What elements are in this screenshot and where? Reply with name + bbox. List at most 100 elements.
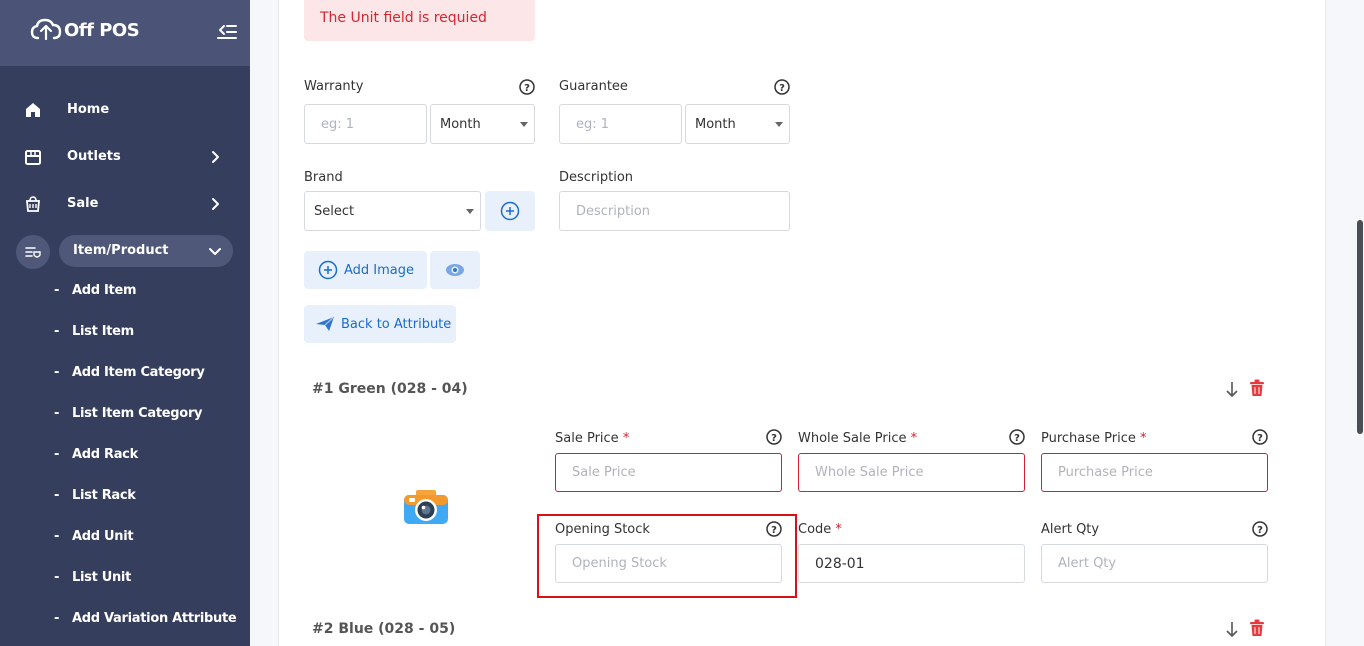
submenu-list-item-category[interactable]: - List Item Category (0, 400, 250, 430)
help-icon[interactable]: ? (1252, 429, 1268, 445)
submenu-label: List Item (72, 324, 134, 339)
product-list-icon (25, 247, 41, 258)
sidebar-item-label: Item/Product (73, 243, 169, 258)
whole-sale-price-label: Whole Sale Price * (798, 431, 917, 446)
scrollbar-thumb[interactable] (1357, 220, 1363, 434)
alert-qty-input[interactable]: Alert Qty (1041, 544, 1268, 583)
trash-icon[interactable] (1249, 379, 1265, 397)
sidebar-item-home[interactable]: Home (0, 92, 250, 128)
required-mark: * (910, 431, 918, 446)
help-icon[interactable]: ? (766, 429, 782, 445)
help-icon[interactable]: ? (1009, 429, 1025, 445)
dropdown-caret-icon (520, 122, 528, 127)
guarantee-input[interactable]: eg: 1 (559, 104, 682, 144)
opening-stock-label: Opening Stock (555, 522, 650, 537)
svg-text:?: ? (524, 83, 530, 94)
select-value: Month (440, 116, 481, 132)
submenu-list-item[interactable]: - List Item (0, 318, 250, 348)
chevron-right-icon (212, 198, 219, 210)
scrollbar[interactable] (1356, 0, 1364, 646)
required-mark: * (1140, 431, 1147, 446)
arrow-down-icon[interactable] (1224, 380, 1240, 398)
sale-price-label: Sale Price * (555, 431, 629, 446)
purchase-price-label-text: Purchase Price (1041, 431, 1136, 446)
sidebar-item-sale[interactable]: Sale (0, 186, 250, 222)
add-brand-button[interactable] (485, 191, 535, 231)
submenu-label: Add Rack (72, 447, 138, 462)
submenu-add-rack[interactable]: - Add Rack (0, 441, 250, 471)
required-mark: * (835, 522, 842, 537)
svg-text:?: ? (771, 433, 777, 444)
submenu-label: List Item Category (72, 406, 203, 421)
form-card: The Unit field is requied Warranty ? eg:… (278, 0, 1326, 646)
submenu-add-variation-attribute[interactable]: - Add Variation Attribute (0, 605, 250, 635)
help-icon[interactable]: ? (774, 79, 790, 95)
dropdown-caret-icon (775, 122, 783, 127)
home-icon (26, 103, 40, 117)
brand-label: Brand (304, 170, 343, 185)
back-to-attribute-button[interactable]: Back to Attribute (304, 305, 456, 343)
back-to-attribute-label: Back to Attribute (341, 316, 452, 332)
help-icon[interactable]: ? (1252, 521, 1268, 537)
app-logo[interactable]: Off POS (30, 17, 140, 43)
sidebar-item-item-product[interactable]: Item/Product (0, 234, 250, 270)
sale-price-input[interactable]: Sale Price (555, 453, 782, 492)
store-icon (25, 150, 41, 165)
add-image-label: Add Image (344, 262, 415, 278)
svg-text:?: ? (1014, 433, 1020, 444)
cart-icon (26, 196, 40, 212)
sidebar-item-label: Sale (67, 196, 99, 211)
submenu-list-unit[interactable]: - List Unit (0, 564, 250, 594)
purchase-price-input[interactable]: Purchase Price (1041, 453, 1268, 492)
submenu-label: List Rack (72, 488, 136, 503)
sale-price-label-text: Sale Price (555, 431, 619, 446)
error-alert: The Unit field is requied (304, 0, 535, 41)
submenu-list-rack[interactable]: - List Rack (0, 482, 250, 512)
submenu-label: List Unit (72, 570, 131, 585)
add-image-button[interactable]: Add Image (304, 251, 427, 289)
description-input[interactable]: Description (559, 191, 790, 231)
warranty-input[interactable]: eg: 1 (304, 104, 427, 144)
plus-circle-icon (500, 201, 520, 221)
guarantee-unit-select[interactable]: Month (685, 104, 790, 144)
chevron-right-icon (212, 151, 219, 163)
sidebar: Off POS Home Outlets Sale Item/Product -… (0, 0, 250, 646)
description-label: Description (559, 170, 634, 185)
submenu-label: Add Item Category (72, 365, 205, 380)
help-icon[interactable]: ? (766, 521, 782, 537)
submenu-add-unit[interactable]: - Add Unit (0, 523, 250, 553)
svg-text:?: ? (1257, 433, 1263, 444)
send-arrow-icon (316, 316, 335, 331)
preview-image-button[interactable] (430, 251, 480, 289)
sidebar-item-outlets[interactable]: Outlets (0, 139, 250, 175)
main-content: The Unit field is requied Warranty ? eg:… (250, 0, 1364, 646)
brand-select[interactable]: Select (304, 191, 481, 231)
purchase-price-label: Purchase Price * (1041, 431, 1147, 446)
code-label: Code * (798, 522, 842, 537)
dropdown-caret-icon (466, 209, 474, 214)
collapse-menu-icon[interactable] (216, 22, 238, 44)
code-input[interactable]: 028-01 (798, 544, 1025, 583)
submenu-label: Add Variation Attribute (72, 611, 237, 626)
select-value: Select (314, 203, 355, 219)
help-icon[interactable]: ? (519, 79, 535, 95)
submenu-add-item-category[interactable]: - Add Item Category (0, 359, 250, 389)
warranty-unit-select[interactable]: Month (430, 104, 535, 144)
required-mark: * (622, 431, 630, 446)
trash-icon[interactable] (1249, 619, 1265, 637)
alert-qty-label: Alert Qty (1041, 522, 1100, 537)
variant-title: #1 Green (028 - 04) (312, 381, 468, 397)
plus-circle-icon (318, 260, 338, 280)
submenu-label: Add Item (72, 283, 137, 298)
whole-sale-price-input[interactable]: Whole Sale Price (798, 453, 1025, 492)
guarantee-label: Guarantee (559, 79, 628, 94)
camera-icon[interactable] (403, 488, 449, 526)
select-value: Month (695, 116, 736, 132)
eye-icon (446, 264, 464, 276)
submenu-label: Add Unit (72, 529, 134, 544)
submenu-add-item[interactable]: - Add Item (0, 277, 250, 307)
opening-stock-input[interactable]: Opening Stock (555, 544, 782, 583)
whole-sale-price-label-text: Whole Sale Price (798, 431, 907, 446)
variant-title: #2 Blue (028 - 05) (312, 621, 456, 637)
arrow-down-icon[interactable] (1224, 620, 1240, 638)
